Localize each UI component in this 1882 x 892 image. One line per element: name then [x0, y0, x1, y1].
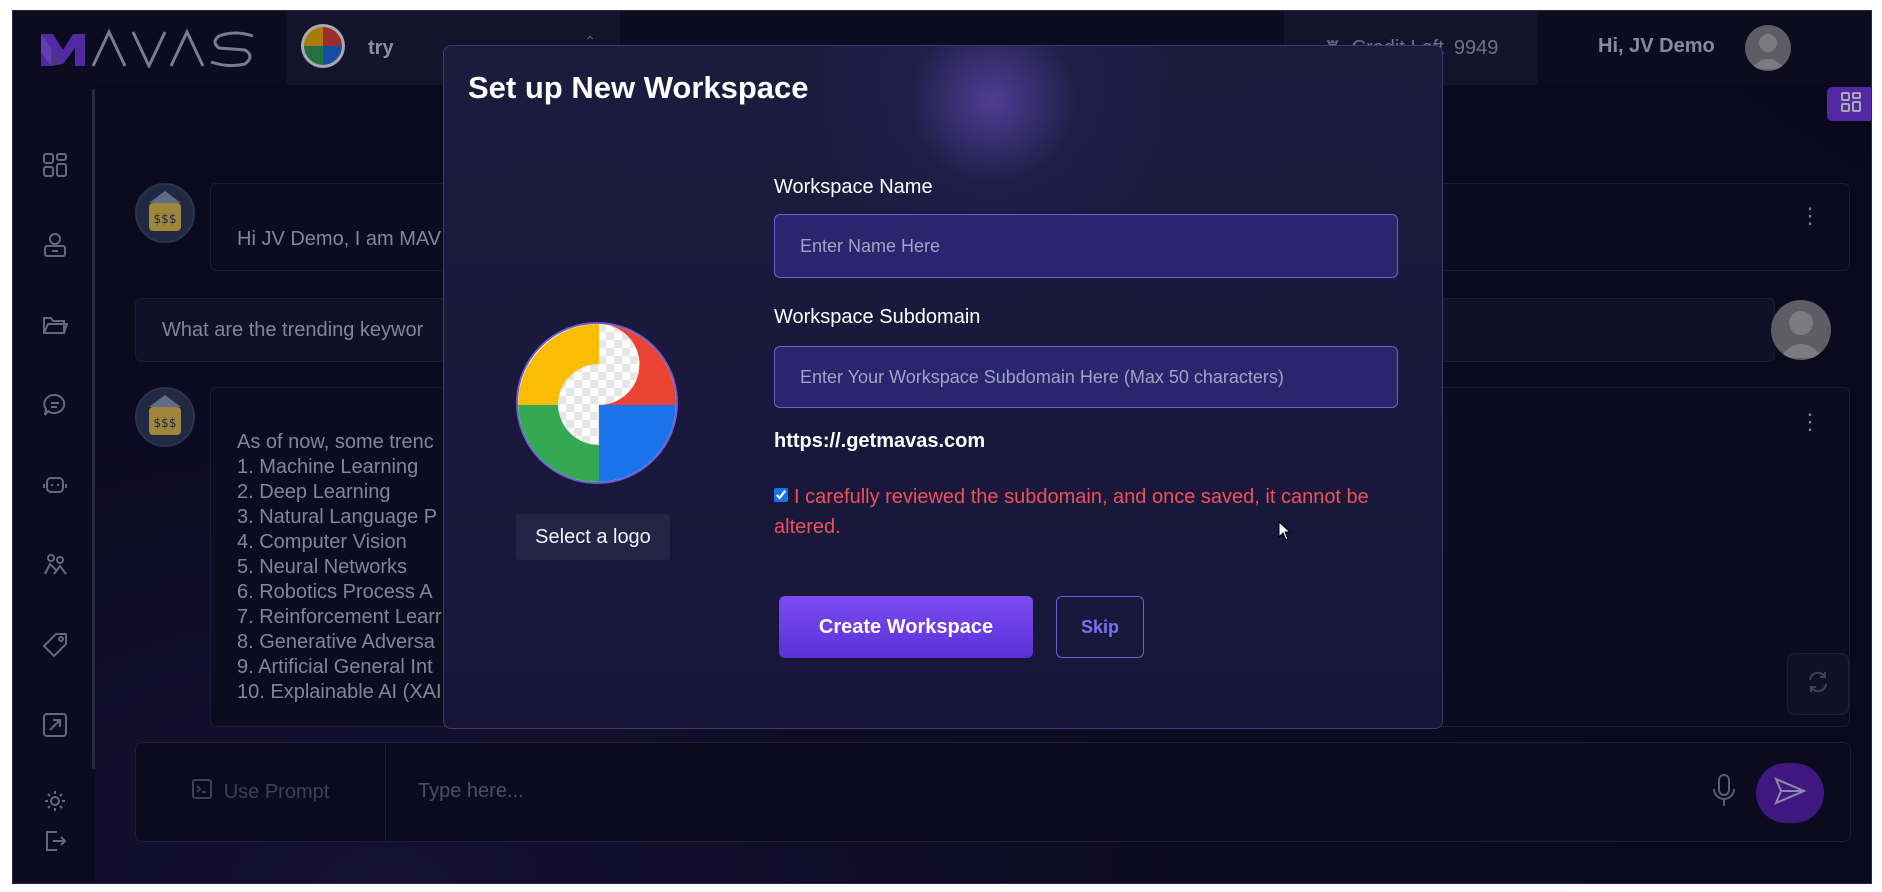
subdomain-confirmation[interactable]: I carefully reviewed the subdomain, and …	[774, 482, 1404, 542]
workspace-subdomain-input[interactable]	[774, 346, 1398, 408]
subdomain-url-preview: https://.getmavas.com	[774, 430, 986, 452]
confirm-checkbox[interactable]	[774, 488, 788, 502]
workspace-logo-preview[interactable]	[516, 322, 678, 484]
skip-button[interactable]: Skip	[1056, 596, 1144, 658]
app-window: try ⌃ ♜ Credit Left 9949 Hi, JV Demo	[12, 10, 1872, 884]
mouse-cursor-icon	[1278, 520, 1292, 546]
create-workspace-button[interactable]: Create Workspace	[779, 596, 1033, 658]
workspace-name-label: Workspace Name	[774, 176, 933, 198]
modal-title: Set up New Workspace	[468, 70, 809, 105]
workspace-name-input[interactable]	[774, 214, 1398, 278]
workspace-subdomain-label: Workspace Subdomain	[774, 306, 981, 328]
select-logo-button[interactable]: Select a logo	[516, 514, 670, 560]
new-workspace-modal: Set up New Workspace Select a logo Works…	[443, 45, 1443, 729]
